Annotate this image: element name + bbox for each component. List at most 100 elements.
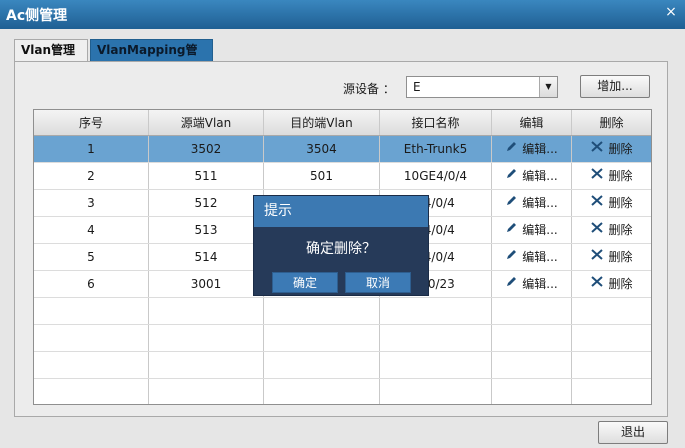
- delete-action[interactable]: 删除: [590, 190, 633, 216]
- delete-action[interactable]: 删除: [590, 217, 633, 243]
- source-device-label: 源设备 ：: [343, 82, 395, 96]
- table-header: 序号 源端Vlan 目的端Vlan 接口名称 编辑 删除: [34, 110, 651, 136]
- empty-cell: [34, 379, 149, 404]
- cell-source-vlan: 3502: [149, 136, 264, 162]
- empty-cell: [572, 325, 651, 351]
- source-device-value: E: [413, 80, 421, 94]
- confirm-ok-button[interactable]: 确定: [272, 272, 338, 293]
- column-header-delete: 删除: [599, 116, 624, 130]
- table-row[interactable]: 2 511 501 10GE4/0/4 编辑... 删除: [34, 163, 651, 190]
- empty-cell: [492, 379, 572, 404]
- empty-cell: [492, 325, 572, 351]
- edit-label: 编辑...: [522, 223, 558, 237]
- delete-action[interactable]: 删除: [590, 244, 633, 270]
- delete-action[interactable]: 删除: [590, 163, 633, 189]
- edit-label: 编辑...: [522, 196, 558, 210]
- edit-action[interactable]: 编辑...: [505, 136, 558, 162]
- delete-action[interactable]: 删除: [590, 136, 633, 162]
- empty-row: [34, 352, 651, 379]
- delete-label: 删除: [608, 250, 633, 264]
- cell-index: 2: [34, 163, 149, 189]
- cell-source-vlan: 3001: [149, 271, 264, 297]
- empty-cell: [572, 379, 651, 404]
- tab-vlan[interactable]: Vlan管理: [14, 39, 88, 61]
- cell-interface: Eth-Trunk5: [380, 136, 492, 162]
- cell-edit[interactable]: 编辑...: [492, 271, 572, 297]
- cell-delete[interactable]: 删除: [572, 136, 651, 162]
- cell-delete[interactable]: 删除: [572, 244, 651, 270]
- cell-index: 1: [34, 136, 149, 162]
- empty-cell: [380, 325, 492, 351]
- cell-index: 6: [34, 271, 149, 297]
- cell-edit[interactable]: 编辑...: [492, 163, 572, 189]
- confirm-cancel-button[interactable]: 取消: [345, 272, 411, 293]
- column-header-source-vlan: 源端Vlan: [149, 110, 264, 135]
- empty-cell: [572, 352, 651, 378]
- cell-index: 3: [34, 190, 149, 216]
- edit-label: 编辑...: [522, 277, 558, 291]
- edit-action[interactable]: 编辑...: [505, 190, 558, 216]
- edit-action[interactable]: 编辑...: [505, 271, 558, 297]
- delete-label: 删除: [608, 196, 633, 210]
- delete-label: 删除: [608, 223, 633, 237]
- cell-interface: 10GE4/0/4: [380, 163, 492, 189]
- column-header-dest-vlan: 目的端Vlan: [264, 110, 380, 135]
- cell-edit[interactable]: 编辑...: [492, 190, 572, 216]
- pencil-icon: [505, 163, 518, 189]
- cell-source-vlan: 514: [149, 244, 264, 270]
- delete-label: 删除: [608, 277, 633, 291]
- pencil-icon: [505, 244, 518, 270]
- tab-vlanmapping[interactable]: VlanMapping管理: [90, 39, 213, 78]
- cell-edit[interactable]: 编辑...: [492, 136, 572, 162]
- empty-cell: [264, 325, 380, 351]
- cell-edit[interactable]: 编辑...: [492, 244, 572, 270]
- pencil-icon: [505, 271, 518, 297]
- empty-cell: [149, 352, 264, 378]
- empty-row: [34, 325, 651, 352]
- add-button[interactable]: 增加...: [580, 75, 650, 98]
- cross-icon: [590, 244, 604, 270]
- pencil-icon: [505, 136, 518, 162]
- cell-edit[interactable]: 编辑...: [492, 217, 572, 243]
- empty-cell: [149, 325, 264, 351]
- source-device-select[interactable]: E ▼: [406, 76, 558, 98]
- cell-dest-vlan: 501: [264, 163, 380, 189]
- cell-index: 5: [34, 244, 149, 270]
- empty-cell: [492, 352, 572, 378]
- column-header-edit: 编辑: [492, 110, 572, 135]
- edit-action[interactable]: 编辑...: [505, 163, 558, 189]
- empty-cell: [380, 352, 492, 378]
- exit-button[interactable]: 退出: [598, 421, 668, 444]
- cross-icon: [590, 163, 604, 189]
- cross-icon: [590, 136, 604, 162]
- dialog-message: 确定删除？: [306, 241, 376, 257]
- empty-cell: [264, 352, 380, 378]
- close-icon[interactable]: ×: [663, 4, 679, 20]
- edit-label: 编辑...: [522, 142, 558, 156]
- empty-cell: [149, 298, 264, 324]
- delete-action[interactable]: 删除: [590, 271, 633, 297]
- cross-icon: [590, 271, 604, 297]
- cell-dest-vlan: 3504: [264, 136, 380, 162]
- edit-action[interactable]: 编辑...: [505, 244, 558, 270]
- empty-cell: [149, 379, 264, 404]
- delete-label: 删除: [608, 142, 633, 156]
- empty-cell: [34, 298, 149, 324]
- chevron-down-icon[interactable]: ▼: [539, 77, 557, 97]
- empty-cell: [264, 379, 380, 404]
- edit-label: 编辑...: [522, 169, 558, 183]
- empty-row: [34, 298, 651, 325]
- cell-delete[interactable]: 删除: [572, 163, 651, 189]
- empty-cell: [264, 298, 380, 324]
- delete-label: 删除: [608, 169, 633, 183]
- table-row[interactable]: 1 3502 3504 Eth-Trunk5 编辑... 删除: [34, 136, 651, 163]
- empty-cell: [34, 352, 149, 378]
- empty-cell: [380, 298, 492, 324]
- window-titlebar: Ac侧管理 ×: [0, 0, 685, 29]
- cross-icon: [590, 217, 604, 243]
- cell-delete[interactable]: 删除: [572, 190, 651, 216]
- edit-action[interactable]: 编辑...: [505, 217, 558, 243]
- cell-delete[interactable]: 删除: [572, 217, 651, 243]
- cross-icon: [590, 190, 604, 216]
- cell-delete[interactable]: 删除: [572, 271, 651, 297]
